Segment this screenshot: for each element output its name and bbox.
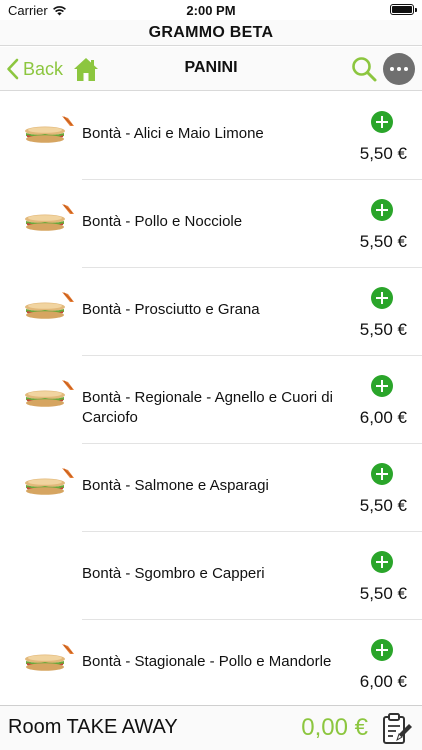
list-item[interactable]: Bontà - Prosciutto e Grana 5,50 € [0, 268, 422, 356]
sandwich-image [25, 204, 74, 231]
back-label: Back [23, 58, 64, 79]
order-button[interactable] [380, 712, 414, 746]
more-dot [404, 67, 408, 71]
sandwich-image [25, 380, 74, 407]
item-name: Bontà - Pollo e Nocciole [82, 213, 243, 230]
item-price: 5,50 € [359, 496, 407, 515]
order-total: 0,00 € [301, 714, 368, 741]
item-name: Bontà - Sgombro e Capperi [82, 565, 265, 582]
list-item[interactable]: Bontà - Sgombro e Capperi 5,50 € [0, 532, 422, 620]
room-label: Room TAKE AWAY [8, 716, 178, 738]
add-item-button[interactable] [371, 639, 393, 661]
sandwich-image [25, 292, 74, 319]
home-button[interactable] [72, 55, 100, 83]
add-item-button[interactable] [371, 111, 393, 133]
item-name: Bontà - Regionale - Agnello e Cuori di C… [82, 389, 333, 426]
add-item-button[interactable] [371, 375, 393, 397]
nav-bar: Back PANINI [0, 47, 422, 91]
item-price: 5,50 € [359, 144, 407, 163]
product-list[interactable]: Bontà - Alici e Maio Limone 5,50 € Bontà… [0, 92, 422, 704]
item-name: Bontà - Salmone e Asparagi [82, 477, 269, 494]
item-name: Bontà - Alici e Maio Limone [82, 125, 264, 142]
bottom-bar: Room TAKE AWAY 0,00 € [0, 705, 422, 750]
list-item[interactable]: Bontà - Salmone e Asparagi 5,50 € [0, 444, 422, 532]
sandwich-image [25, 468, 74, 495]
chevron-left-icon [7, 58, 19, 80]
sandwich-image [25, 644, 74, 671]
item-name: Bontà - Prosciutto e Grana [82, 301, 260, 318]
more-dot [390, 67, 394, 71]
search-button[interactable] [350, 55, 378, 83]
more-button[interactable] [383, 53, 415, 85]
list-item[interactable]: Bontà - Regionale - Agnello e Cuori di C… [0, 356, 422, 444]
status-time: 2:00 PM [186, 3, 236, 18]
item-price: 6,00 € [359, 672, 407, 691]
add-item-button[interactable] [371, 287, 393, 309]
order-edit-icon [383, 713, 412, 744]
item-price: 6,00 € [359, 408, 407, 427]
add-item-button[interactable] [371, 199, 393, 221]
more-dot [397, 67, 401, 71]
list-item[interactable]: Bontà - Stagionale - Pollo e Mandorle 6,… [0, 620, 422, 704]
battery-icon [390, 4, 417, 15]
item-price: 5,50 € [359, 232, 407, 251]
app-title: GRAMMO BETA [0, 20, 422, 46]
item-price: 5,50 € [359, 320, 407, 339]
list-item[interactable]: Bontà - Pollo e Nocciole 5,50 € [0, 180, 422, 268]
search-icon [352, 57, 377, 82]
item-name: Bontà - Stagionale - Pollo e Mandorle [82, 653, 332, 670]
item-price: 5,50 € [359, 584, 407, 603]
add-item-button[interactable] [371, 551, 393, 573]
status-bar: Carrier 2:00 PM [0, 0, 422, 20]
sandwich-image [25, 116, 74, 143]
home-icon [74, 58, 98, 81]
add-item-button[interactable] [371, 463, 393, 485]
list-item[interactable]: Bontà - Alici e Maio Limone 5,50 € [0, 92, 422, 180]
back-button[interactable]: Back [6, 55, 63, 83]
